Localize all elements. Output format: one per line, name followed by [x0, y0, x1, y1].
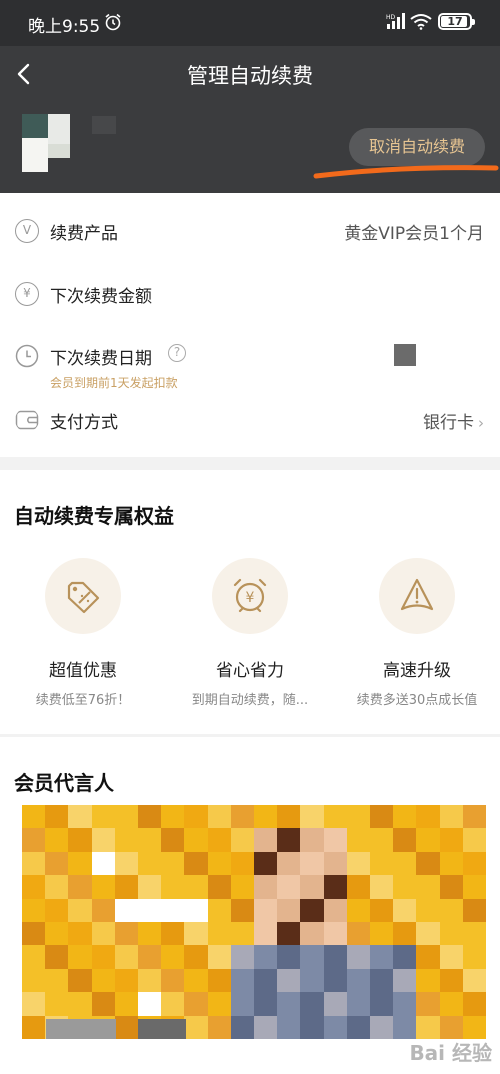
benefit-title: 高速升级 — [383, 661, 451, 681]
spokesperson-name-blurred — [46, 1019, 116, 1039]
vip-v-icon: V — [15, 219, 39, 243]
wifi-icon — [410, 14, 432, 30]
battery-icon: 17 — [438, 13, 475, 30]
signal-hd-label: HD — [386, 14, 396, 21]
product-value: 黄金VIP会员1个月 — [344, 224, 484, 244]
spokesperson-section: 会员代言人 Bai 经验 — [0, 737, 500, 1074]
benefit-desc: 续费低至76折！ — [35, 693, 131, 708]
spokesperson-caption-blurred — [138, 1019, 186, 1039]
svg-text:¥: ¥ — [246, 590, 255, 606]
baidu-watermark: Bai 经验 — [409, 1041, 492, 1065]
benefit-desc: 到期自动续费，随... — [191, 693, 309, 708]
payment-value-wrap[interactable]: 银行卡 › — [423, 408, 484, 433]
benefit-item: 高速升级 续费多送30点成长值 — [334, 558, 500, 708]
chevron-right-icon: › — [478, 414, 484, 432]
date-value-blurred — [394, 344, 416, 366]
spokesperson-image-blurred[interactable] — [22, 805, 486, 1049]
clock-icon — [15, 344, 39, 368]
spokesperson-title: 会员代言人 — [14, 771, 114, 795]
status-bar: 晚上9:55 HD 17 — [0, 0, 500, 46]
status-time: 晚上9:55 — [28, 17, 101, 37]
signal-icon: HD — [386, 13, 405, 29]
renewal-info-card: V 续费产品 黄金VIP会员1个月 ¥ 下次续费金额 下次续费日期 ? 会员到期… — [0, 193, 500, 457]
highlight-underline — [313, 165, 499, 179]
payment-label: 支付方式 — [50, 413, 118, 433]
benefit-desc: 续费多送30点成长值 — [356, 693, 478, 708]
benefit-title: 省心省力 — [216, 661, 284, 681]
product-label: 续费产品 — [50, 224, 118, 244]
help-icon[interactable]: ? — [168, 344, 186, 362]
benefits-title: 自动续费专属权益 — [14, 504, 174, 528]
page-title: 管理自动续费 — [187, 64, 313, 88]
alarm-yuan-icon: ¥ — [212, 558, 288, 634]
benefits-section: 自动续费专属权益 超值优惠 续费低至76折！ ¥ 省心省力 到期自动续费，随..… — [0, 470, 500, 734]
benefit-item: ¥ 省心省力 到期自动续费，随... — [167, 558, 333, 708]
avatar — [22, 114, 70, 172]
discount-tag-icon — [45, 558, 121, 634]
wallet-icon — [15, 410, 39, 430]
benefit-title: 超值优惠 — [49, 661, 117, 681]
date-note: 会员到期前1天发起扣款 — [50, 376, 178, 390]
benefit-item: 超值优惠 续费低至76折！ — [0, 558, 166, 708]
payment-value: 银行卡 — [423, 413, 474, 433]
date-label: 下次续费日期 — [50, 349, 152, 369]
battery-level: 17 — [447, 15, 463, 28]
amount-label: 下次续费金额 — [50, 287, 152, 307]
header: 管理自动续费 取消自动续费 — [0, 46, 500, 193]
cancel-auto-renew-button[interactable]: 取消自动续费 — [349, 128, 485, 166]
yuan-icon: ¥ — [15, 282, 39, 306]
username-blurred — [92, 116, 116, 134]
speed-upgrade-icon — [379, 558, 455, 634]
alarm-clock-icon — [105, 13, 121, 31]
